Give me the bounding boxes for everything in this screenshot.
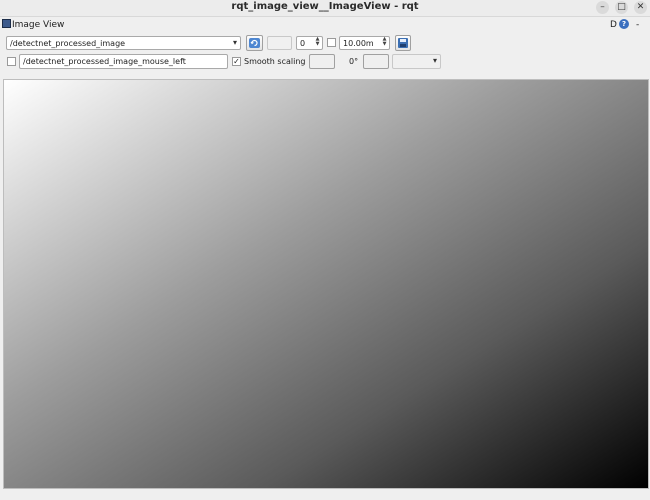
plugin-title: Image View: [12, 20, 65, 30]
rotation-label: 0°: [349, 57, 359, 66]
topic-select[interactable]: /detectnet_processed_image ▾: [6, 36, 241, 50]
chevron-down-icon: ▾: [432, 56, 437, 65]
refresh-topics-button[interactable]: [246, 35, 263, 51]
topic-select-value: /detectnet_processed_image: [10, 39, 126, 48]
publish-click-checkbox[interactable]: [7, 57, 16, 66]
plugin-header: Image View D ? -: [0, 17, 650, 33]
save-icon: [398, 38, 408, 48]
help-icon[interactable]: ?: [619, 19, 629, 29]
number-spinbox[interactable]: 0 ▲ ▼: [296, 36, 323, 50]
rate-spinbox[interactable]: 10.00m ▲ ▼: [339, 36, 390, 50]
smooth-scaling-checkbox[interactable]: ✓: [232, 57, 241, 66]
mouse-topic-value: /detectnet_processed_image_mouse_left: [23, 57, 186, 66]
minimize-button[interactable]: –: [596, 1, 609, 14]
minimize-plugin-button[interactable]: -: [636, 20, 639, 30]
rotate-left-button[interactable]: [309, 54, 335, 69]
dynamic-range-checkbox[interactable]: [327, 38, 336, 47]
spin-arrows-icon[interactable]: ▲ ▼: [381, 37, 388, 49]
spin-arrows-icon[interactable]: ▲ ▼: [314, 37, 321, 49]
dock-button[interactable]: D: [610, 20, 617, 30]
refresh-icon: [249, 38, 260, 48]
blank-field: [267, 36, 292, 50]
save-image-button[interactable]: [395, 35, 411, 51]
image-display[interactable]: [3, 79, 649, 489]
transform-select[interactable]: ▾: [392, 54, 441, 69]
image-view-icon: [2, 19, 11, 28]
maximize-button[interactable]: □: [615, 1, 628, 14]
mouse-topic-input[interactable]: /detectnet_processed_image_mouse_left: [19, 54, 228, 69]
close-button[interactable]: ✕: [634, 1, 647, 14]
window-title: rqt_image_view__ImageView - rqt: [231, 1, 419, 12]
smooth-scaling-label: Smooth scaling: [244, 57, 306, 66]
chevron-down-icon: ▾: [232, 38, 237, 47]
rate-value: 10.00m: [343, 39, 374, 48]
rotate-right-button[interactable]: [363, 54, 389, 69]
spinbox-value: 0: [300, 39, 306, 48]
window-titlebar: rqt_image_view__ImageView - rqt – □ ✕: [0, 0, 650, 17]
